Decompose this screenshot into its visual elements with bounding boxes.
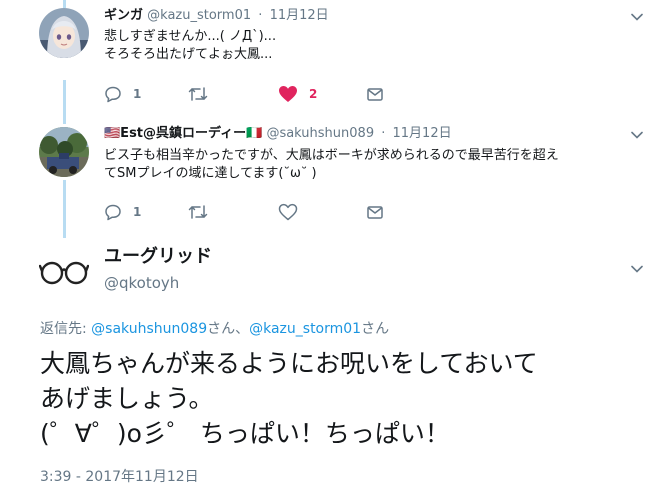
tweet-text: 悲しすぎませんか...( ノД`)... そろそろ出たげてよぉ大鳳... xyxy=(104,28,644,64)
mention-separator: 、 xyxy=(235,321,250,337)
tweet-actions: 1 2 xyxy=(104,84,404,104)
display-name[interactable]: ギンガ xyxy=(104,8,143,23)
like-count: 2 xyxy=(309,87,318,101)
main-tweet-text: 大鳳ちゃんが来るようにお呪いをしておいて あげましょう。 (゜∀゜)o彡゜ ちっ… xyxy=(40,346,650,451)
tweet-text-line: 悲しすぎませんか...( ノД`)... xyxy=(104,29,277,44)
like-button[interactable] xyxy=(278,202,309,222)
avatar[interactable] xyxy=(39,8,89,58)
chevron-down-icon[interactable] xyxy=(630,10,644,24)
tweet-timestamp[interactable]: 3:39 - 2017年11月12日 xyxy=(40,466,199,486)
envelope-icon xyxy=(367,206,383,219)
tweet-text-line: (゜∀゜)o彡゜ ちっぱい！ちっぱい！ xyxy=(40,419,450,448)
heart-icon xyxy=(279,86,297,102)
envelope-icon xyxy=(367,88,383,101)
tweet-text-line: ビス子も相当辛かったですが、大鳳はボーキが求められるので最早苦行を超え xyxy=(104,148,559,163)
display-name[interactable]: ユーグリッド xyxy=(104,242,212,268)
tweet-text-line: そろそろ出たげてよぉ大鳳... xyxy=(104,47,273,62)
retweet-icon xyxy=(188,205,208,219)
dm-button[interactable] xyxy=(366,84,384,104)
display-name[interactable]: 🇺🇸Est@呉鎮ローディー🇮🇹 xyxy=(104,126,262,141)
like-button[interactable]: 2 xyxy=(278,84,317,104)
reply-button[interactable]: 1 xyxy=(104,84,141,104)
separator-dot: · xyxy=(258,8,263,23)
tweet-header: 🇺🇸Est@呉鎮ローディー🇮🇹 @sakuhshun089 · 11月12日 xyxy=(104,126,452,142)
user-handle[interactable]: @sakuhshun089 xyxy=(266,126,374,141)
replying-to: 返信先: @sakuhshun089さん、@kazu_storm01さん xyxy=(40,318,389,338)
reply-count: 1 xyxy=(133,87,142,101)
mention-suffix: さん xyxy=(361,321,390,337)
mention-link[interactable]: @kazu_storm01 xyxy=(249,321,361,337)
thread-connector xyxy=(63,0,66,8)
retweet-icon xyxy=(188,87,208,101)
tweet-time[interactable]: 11月12日 xyxy=(270,8,329,23)
replying-to-label: 返信先: xyxy=(40,321,92,337)
thread-connector xyxy=(63,80,66,124)
tweet-time[interactable]: 11月12日 xyxy=(393,126,452,141)
separator-dot: · xyxy=(381,126,386,141)
reply-button[interactable]: 1 xyxy=(104,202,141,222)
chevron-down-icon[interactable] xyxy=(630,262,644,276)
user-handle[interactable]: @qkotoyh xyxy=(104,274,179,292)
thread-connector xyxy=(63,180,66,238)
tweet-header: ギンガ @kazu_storm01 · 11月12日 xyxy=(104,8,329,24)
user-handle[interactable]: @kazu_storm01 xyxy=(147,8,251,23)
reply-count: 1 xyxy=(133,205,142,219)
retweet-button[interactable] xyxy=(188,202,219,222)
reply-icon xyxy=(105,86,121,103)
mention-link[interactable]: @sakuhshun089 xyxy=(91,321,207,337)
heart-icon xyxy=(278,203,298,221)
dm-button[interactable] xyxy=(366,202,384,222)
retweet-button[interactable] xyxy=(188,84,219,104)
tweet-text-line: てSMプレイの域に達してます(˘ω˘ ) xyxy=(104,166,317,181)
tweet-text-line: あげましょう。 xyxy=(40,384,214,413)
mention-suffix: さん xyxy=(207,321,236,337)
avatar[interactable] xyxy=(39,127,89,177)
tweet-actions: 1 xyxy=(104,202,404,222)
chevron-down-icon[interactable] xyxy=(630,128,644,142)
reply-icon xyxy=(105,204,121,221)
tweet-text-line: 大鳳ちゃんが来るようにお呪いをしておいて xyxy=(40,349,538,378)
avatar[interactable] xyxy=(39,244,89,294)
tweet-text: ビス子も相当辛かったですが、大鳳はボーキが求められるので最早苦行を超え てSMプ… xyxy=(104,147,644,183)
